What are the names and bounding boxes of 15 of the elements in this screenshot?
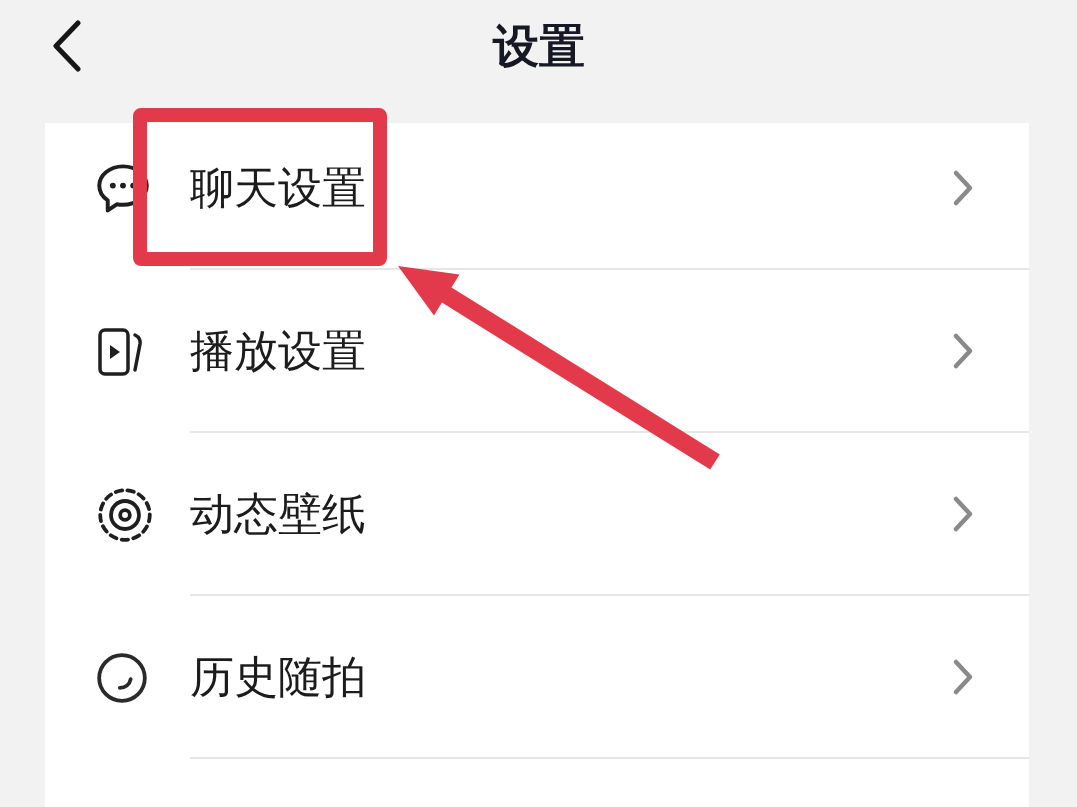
circle-icon	[97, 652, 147, 703]
back-chevron-icon	[53, 20, 81, 72]
chevron-right-icon	[952, 657, 974, 696]
settings-label[interactable]: 历史随拍	[190, 654, 366, 699]
settings-label[interactable]: 播放设置	[190, 328, 366, 373]
dashed-ring-icon	[97, 486, 153, 543]
chevron-right-icon	[952, 168, 974, 207]
settings-label[interactable]: 动态壁纸	[190, 491, 366, 536]
chat-bubble-icon	[97, 162, 149, 215]
settings-label[interactable]: 聊天设置	[190, 165, 366, 210]
back-button[interactable]	[50, 18, 84, 74]
chevron-right-icon	[952, 494, 974, 533]
chevron-right-icon	[952, 331, 974, 370]
page-title: 设置	[492, 23, 585, 69]
play-icon	[97, 327, 145, 376]
